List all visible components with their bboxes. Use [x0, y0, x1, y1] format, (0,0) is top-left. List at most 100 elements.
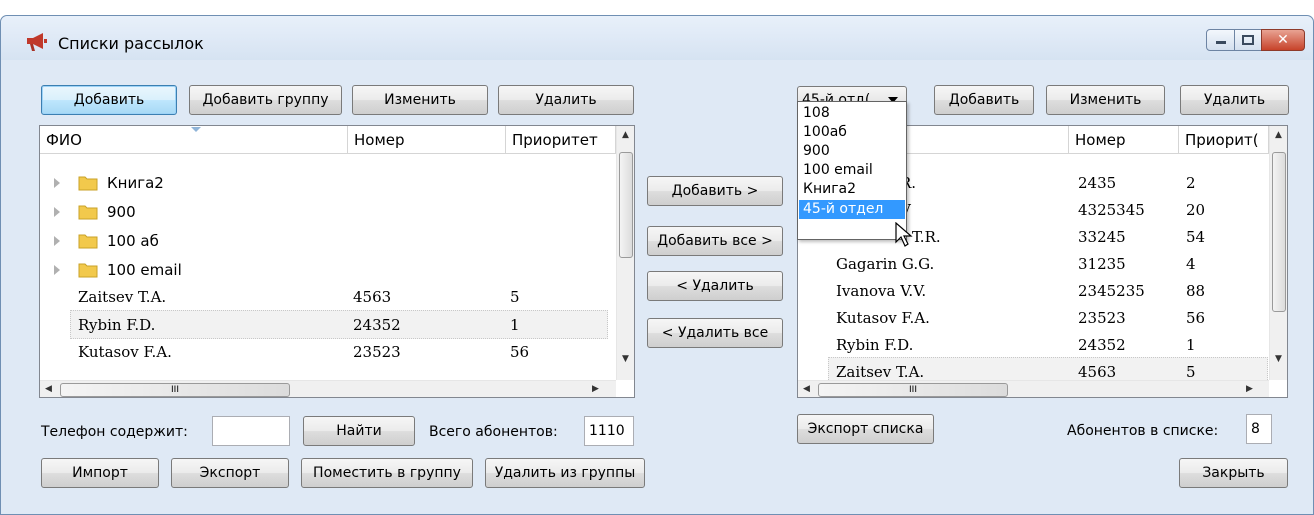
- table-row[interactable]: Ivanova V.V. 2345235 88: [798, 277, 1269, 306]
- right-delete-button[interactable]: Удалить: [1180, 85, 1289, 115]
- vertical-scrollbar[interactable]: ▲ ▼: [616, 126, 634, 380]
- scroll-thumb[interactable]: III: [818, 383, 1008, 397]
- group-row[interactable]: Книга2: [40, 169, 616, 198]
- dropdown-option[interactable]: 900: [799, 142, 905, 161]
- scroll-thumb[interactable]: III: [60, 383, 290, 397]
- expand-icon: [54, 178, 60, 188]
- cell-name: T.R.: [912, 228, 941, 246]
- title-bar[interactable]: Списки рассылок ✕: [1, 16, 1313, 60]
- cell-name: Ivanova V.V.: [836, 282, 927, 300]
- list-count-label: Абонентов в списке:: [1067, 423, 1219, 439]
- table-row[interactable]: Kutasov F.A. 23523 56: [40, 338, 616, 367]
- cell-number: 4325345: [1078, 201, 1145, 219]
- put-in-group-button[interactable]: Поместить в группу: [301, 458, 473, 488]
- remove-all-button[interactable]: < Удалить все: [647, 318, 783, 348]
- group-row[interactable]: 100 аб: [40, 227, 616, 256]
- group-row[interactable]: 900: [40, 198, 616, 227]
- column-header-priority[interactable]: Приорит(: [1179, 126, 1269, 154]
- cell-number: 2435: [1078, 174, 1117, 192]
- sort-arrow-icon: [191, 127, 201, 132]
- dropdown-option[interactable]: 100аб: [799, 123, 905, 142]
- mouse-cursor-icon: [895, 222, 913, 247]
- cell-number: 24352: [353, 316, 401, 334]
- maximize-icon: [1242, 35, 1254, 45]
- column-header-priority[interactable]: Приоритет: [506, 126, 616, 154]
- maximize-button[interactable]: [1234, 29, 1262, 51]
- table-row[interactable]: Gagarin G.G. 31235 4: [798, 250, 1269, 279]
- add-group-button[interactable]: Добавить группу: [189, 85, 342, 115]
- cell-priority: 5: [510, 288, 520, 306]
- export-list-button[interactable]: Экспорт списка: [797, 414, 934, 444]
- close-button[interactable]: Закрыть: [1179, 458, 1288, 488]
- cell-name: Zaitsev T.A.: [836, 363, 925, 381]
- export-button[interactable]: Экспорт: [171, 458, 289, 488]
- column-header-number[interactable]: Номер: [1069, 126, 1179, 154]
- dropdown-option-highlighted[interactable]: 45-й отдел: [799, 200, 905, 219]
- remove-from-group-button[interactable]: Удалить из группы: [485, 458, 645, 488]
- dropdown-option[interactable]: 108: [799, 104, 905, 123]
- scroll-thumb[interactable]: [1272, 152, 1286, 312]
- right-add-button[interactable]: Добавить: [934, 85, 1034, 115]
- scroll-down-icon: ▼: [1275, 354, 1282, 364]
- folder-icon: [78, 176, 98, 191]
- group-label: Книга2: [107, 174, 164, 192]
- column-header-number[interactable]: Номер: [348, 126, 506, 154]
- table-row[interactable]: Zaitsev T.A. 4563 5: [40, 283, 616, 312]
- left-add-button[interactable]: Добавить: [41, 85, 177, 115]
- left-delete-button[interactable]: Удалить: [498, 85, 634, 115]
- cell-priority: 54: [1186, 228, 1206, 246]
- scroll-right-icon: ▶: [592, 384, 599, 394]
- cell-priority: 1: [510, 316, 520, 334]
- table-row[interactable]: Kutasov F.A. 23523 56: [798, 304, 1269, 333]
- group-row[interactable]: 100 email: [40, 256, 616, 285]
- scroll-right-icon: ▶: [1246, 384, 1253, 394]
- add-all-button[interactable]: Добавить все >: [647, 226, 783, 256]
- group-label: 100 аб: [107, 232, 159, 250]
- scroll-left-icon: ◀: [45, 384, 52, 394]
- find-button[interactable]: Найти: [303, 416, 415, 446]
- folder-icon: [78, 263, 98, 278]
- cell-number: 33245: [1078, 228, 1126, 246]
- folder-icon: [78, 205, 98, 220]
- vertical-scrollbar[interactable]: ▲ ▼: [1269, 126, 1287, 380]
- cell-priority: 1: [1186, 336, 1196, 354]
- cell-priority: 56: [1186, 309, 1206, 327]
- window-title: Списки рассылок: [58, 34, 204, 53]
- add-selected-button[interactable]: Добавить >: [647, 176, 783, 206]
- cell-name: Kutasov F.A.: [78, 343, 172, 361]
- minimize-button[interactable]: [1206, 29, 1235, 51]
- expand-icon: [54, 265, 60, 275]
- scroll-up-icon: ▲: [622, 130, 629, 140]
- cell-name: Gagarin G.G.: [836, 255, 935, 273]
- column-header-name[interactable]: ФИО: [40, 126, 348, 154]
- phone-filter-input[interactable]: [212, 416, 290, 446]
- expand-icon: [54, 207, 60, 217]
- scroll-left-icon: ◀: [803, 384, 810, 394]
- scroll-thumb[interactable]: [619, 152, 633, 258]
- cell-name: Kutasov F.A.: [836, 309, 930, 327]
- cell-priority: 20: [1186, 201, 1206, 219]
- cell-priority: 2: [1186, 174, 1196, 192]
- remove-selected-button[interactable]: < Удалить: [647, 271, 783, 301]
- horizontal-scrollbar[interactable]: ◀ III ▶: [798, 380, 1269, 397]
- cell-number: 23523: [1078, 309, 1126, 327]
- left-edit-button[interactable]: Изменить: [352, 85, 488, 115]
- megaphone-icon: [27, 33, 47, 51]
- dropdown-option[interactable]: 100 email: [799, 161, 905, 180]
- horizontal-scrollbar[interactable]: ◀ III ▶: [40, 380, 616, 397]
- right-edit-button[interactable]: Изменить: [1046, 85, 1165, 115]
- close-window-button[interactable]: ✕: [1261, 29, 1305, 51]
- expand-icon: [54, 236, 60, 246]
- cell-number: 24352: [1078, 336, 1126, 354]
- dropdown-option[interactable]: Книга2: [799, 180, 905, 199]
- total-subscribers-label: Всего абонентов:: [429, 424, 558, 440]
- contacts-tree-list[interactable]: ФИО Номер Приоритет Книга2 900 100 аб 10…: [39, 125, 635, 398]
- cell-priority: 56: [510, 343, 530, 361]
- import-button[interactable]: Импорт: [41, 458, 159, 488]
- cell-name: Zaitsev T.A.: [78, 288, 167, 306]
- table-row-selected[interactable]: Rybin F.D. 24352 1: [70, 310, 608, 339]
- table-row[interactable]: Rybin F.D. 24352 1: [798, 331, 1269, 360]
- cell-number: 31235: [1078, 255, 1126, 273]
- list-selector-dropdown[interactable]: 108 100аб 900 100 email Книга2 45-й отде…: [797, 101, 907, 240]
- group-label: 100 email: [107, 261, 182, 279]
